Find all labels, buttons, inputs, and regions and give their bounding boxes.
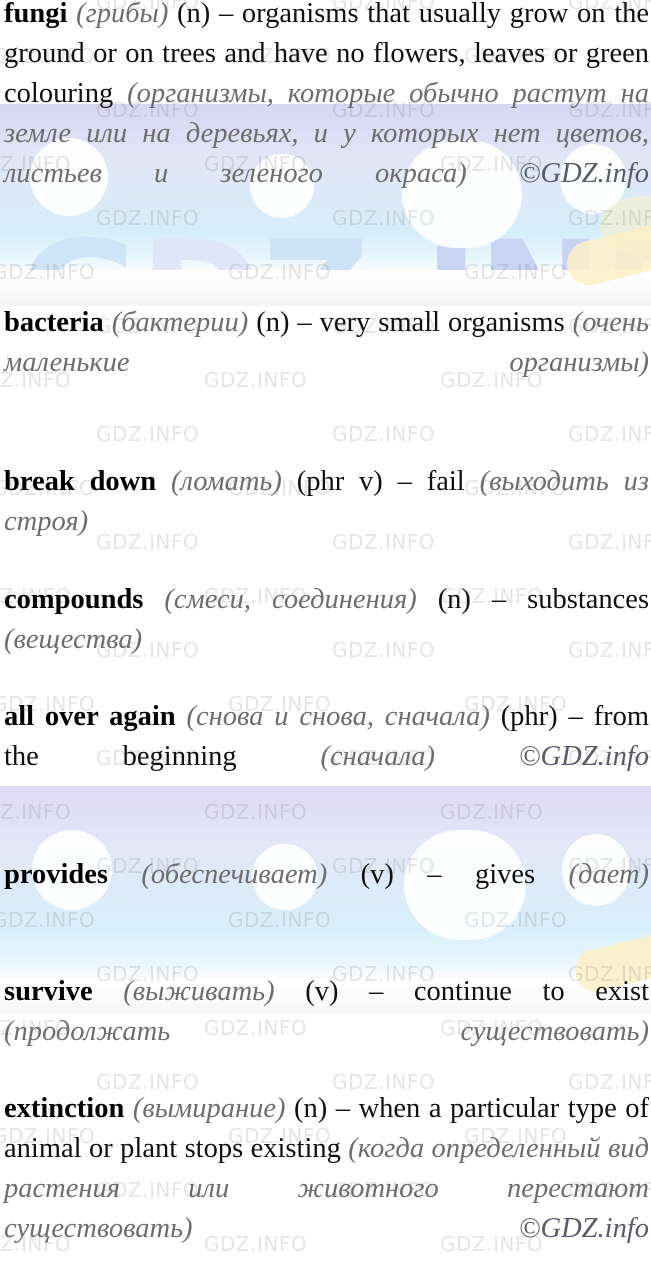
headword: compounds — [4, 584, 144, 615]
part-of-speech: (v) — [360, 859, 394, 890]
headword: extinction — [4, 1093, 125, 1124]
headword-translation: (снова и снова, сначала) — [186, 701, 490, 732]
dash: – — [297, 307, 312, 338]
headword-translation: (выживать) — [123, 976, 275, 1007]
headword: fungi — [4, 0, 68, 29]
glossary-entry-extinction: extinction (вымирание) (n) – when a part… — [0, 1089, 651, 1282]
definition-ru: (дает) — [568, 859, 650, 890]
headword-translation: (грибы) — [76, 0, 169, 29]
headword: survive — [4, 976, 93, 1007]
dash: – — [397, 466, 412, 497]
watermark-text: GDZ.INFO — [96, 422, 200, 446]
dash: – — [335, 1093, 351, 1124]
glossary-entry-all-over-again: all over again (снова и снова, сначала) … — [0, 697, 651, 817]
part-of-speech: (v) — [305, 976, 339, 1007]
glossary-entry-compounds: compounds (смеси, соединения) (n) – subs… — [0, 580, 651, 700]
dash: – — [218, 0, 234, 29]
watermark-text: GDZ.INFO — [332, 422, 436, 446]
headword-translation: (ломать) — [170, 466, 282, 497]
definition-ru: (продолжать существовать) — [4, 1016, 649, 1047]
headword-translation: (бактерии) — [111, 307, 249, 338]
glossary-page: GDZ.INFO GDZ.INFO GDZ.INFO GDZ.INFO GDZ.IN… — [0, 0, 651, 1282]
headword-translation: (смеси, соединения) — [164, 584, 417, 615]
glossary-entry-break-down: break down (ломать) (phr v) – fail (выхо… — [0, 462, 651, 582]
dash: – — [427, 859, 442, 890]
part-of-speech: (phr) — [500, 701, 558, 732]
watermark-text: GDZ.INFO — [464, 260, 568, 284]
band-fade-top — [0, 272, 651, 306]
glossary-entry-survive: survive (выживать) (v) – continue to exi… — [0, 972, 651, 1092]
definition-en: continue to exist — [413, 976, 650, 1007]
dash: – — [491, 584, 507, 615]
headword: bacteria — [4, 307, 104, 338]
part-of-speech: (n) — [256, 307, 290, 338]
watermark-text: GDZ.INFO — [0, 260, 96, 284]
watermark-text: GDZ.INFO — [228, 260, 332, 284]
definition-en: gives — [474, 859, 536, 890]
glossary-entry-provides: provides (обеспечивает) (v) – gives (дае… — [0, 855, 651, 935]
headword-translation: (вымирание) — [132, 1093, 286, 1124]
definition-en: fail — [426, 466, 465, 497]
part-of-speech: (n) — [294, 1093, 328, 1124]
headword: provides — [4, 859, 108, 890]
definition-ru: (вещества) — [4, 624, 143, 655]
signature: ©GDZ.info — [518, 741, 649, 772]
glossary-entry-fungi: fungi (грибы) (n) – organisms that usual… — [0, 0, 651, 234]
glossary-entry-bacteria: bacteria (бактерии) (n) – very small org… — [0, 303, 651, 423]
dash: – — [568, 701, 583, 732]
definition-en: substances — [527, 584, 650, 615]
headword-translation: (обеспечивает) — [141, 859, 328, 890]
part-of-speech: (n) — [177, 0, 211, 29]
signature: ©GDZ.info — [518, 158, 649, 189]
dash: – — [369, 976, 384, 1007]
definition-ru: (сначала) — [320, 741, 436, 772]
headword: break down — [4, 466, 157, 497]
watermark-text: GDZ.INFO — [568, 422, 651, 446]
definition-en: very small organisms — [319, 307, 565, 338]
part-of-speech: (n) — [437, 584, 471, 615]
signature: ©GDZ.info — [518, 1213, 649, 1244]
part-of-speech: (phr v) — [296, 466, 383, 497]
headword: all over again — [4, 701, 176, 732]
